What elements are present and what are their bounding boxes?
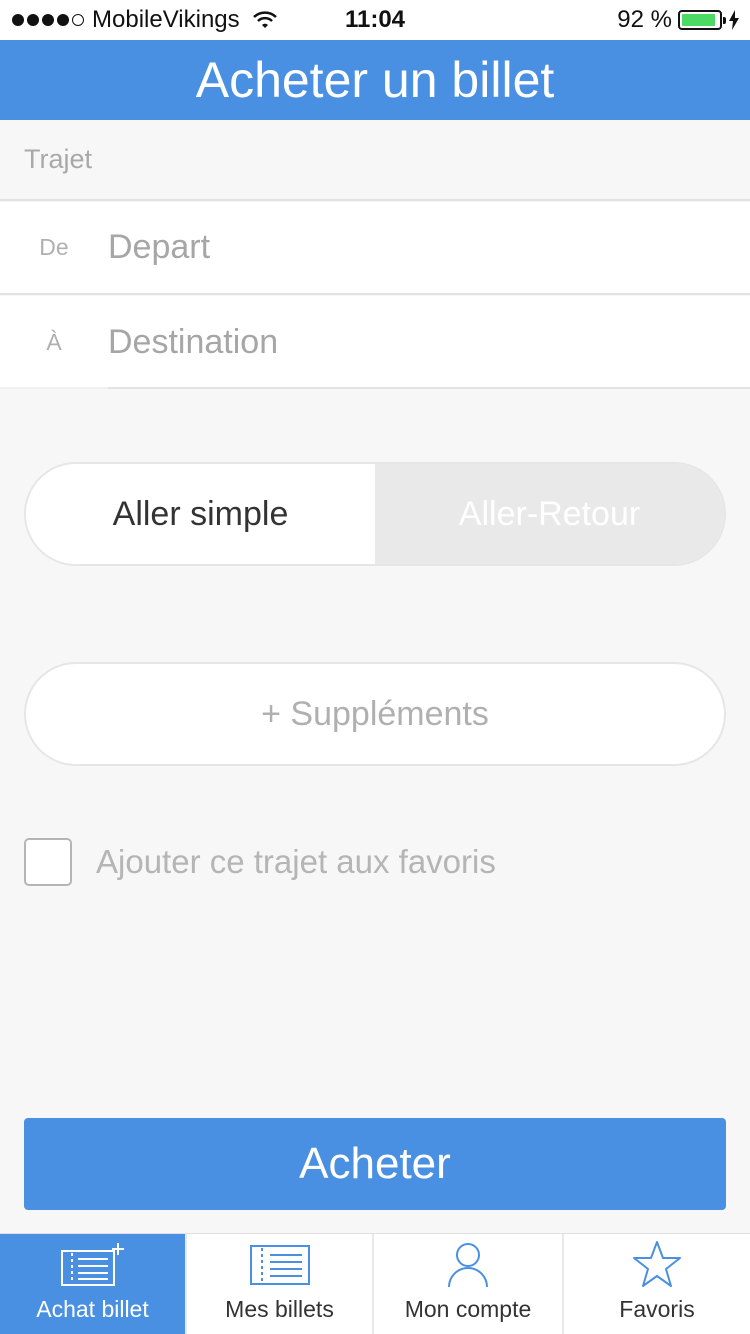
tab-my-tickets[interactable]: Mes billets (187, 1234, 374, 1334)
favorite-label: Ajouter ce trajet aux favoris (96, 843, 496, 880)
charging-bolt-icon (729, 10, 739, 30)
tab-buy-ticket[interactable]: Achat billet (0, 1234, 187, 1334)
destination-input[interactable] (108, 296, 750, 389)
tab-bar: Achat billet Mes billets Mon compte Favo… (0, 1233, 750, 1334)
ticket-list-icon (249, 1245, 310, 1285)
tab-my-account[interactable]: Mon compte (374, 1234, 564, 1334)
star-icon (633, 1241, 681, 1287)
tab-label: Mes billets (225, 1296, 334, 1322)
section-header-trip: Trajet (0, 120, 750, 201)
to-label: À (46, 329, 62, 355)
buy-button[interactable]: Acheter (24, 1118, 726, 1210)
favorite-row[interactable]: Ajouter ce trajet aux favoris (24, 838, 496, 886)
from-row: De (0, 202, 750, 295)
nav-bar: Acheter un billet (0, 40, 750, 120)
tab-favorites[interactable]: Favoris (564, 1234, 750, 1334)
trip-type-segmented-control: Aller simple Aller-Retour (24, 462, 726, 566)
battery-icon (678, 10, 726, 30)
favorite-checkbox[interactable] (24, 838, 72, 886)
page-title: Acheter un billet (195, 52, 555, 108)
divider (0, 387, 108, 389)
battery-fill (682, 14, 716, 26)
status-right: 92 % (617, 6, 740, 34)
battery-percent: 92 % (617, 6, 672, 33)
status-bar: MobileVikings 11:04 92 % (0, 0, 750, 40)
section-title: Trajet (24, 144, 93, 174)
tab-label: Mon compte (404, 1296, 532, 1322)
divider (108, 387, 750, 389)
departure-input[interactable] (108, 202, 750, 293)
to-row: À (0, 296, 750, 389)
from-label: De (39, 234, 69, 260)
tab-label: Favoris (619, 1296, 695, 1322)
person-icon (448, 1243, 488, 1288)
round-trip-option[interactable]: Aller-Retour (375, 464, 724, 564)
ticket-add-icon (60, 1243, 124, 1286)
tab-label: Achat billet (36, 1296, 149, 1322)
one-way-option[interactable]: Aller simple (26, 464, 375, 564)
supplements-button[interactable]: + Suppléments (24, 662, 726, 766)
